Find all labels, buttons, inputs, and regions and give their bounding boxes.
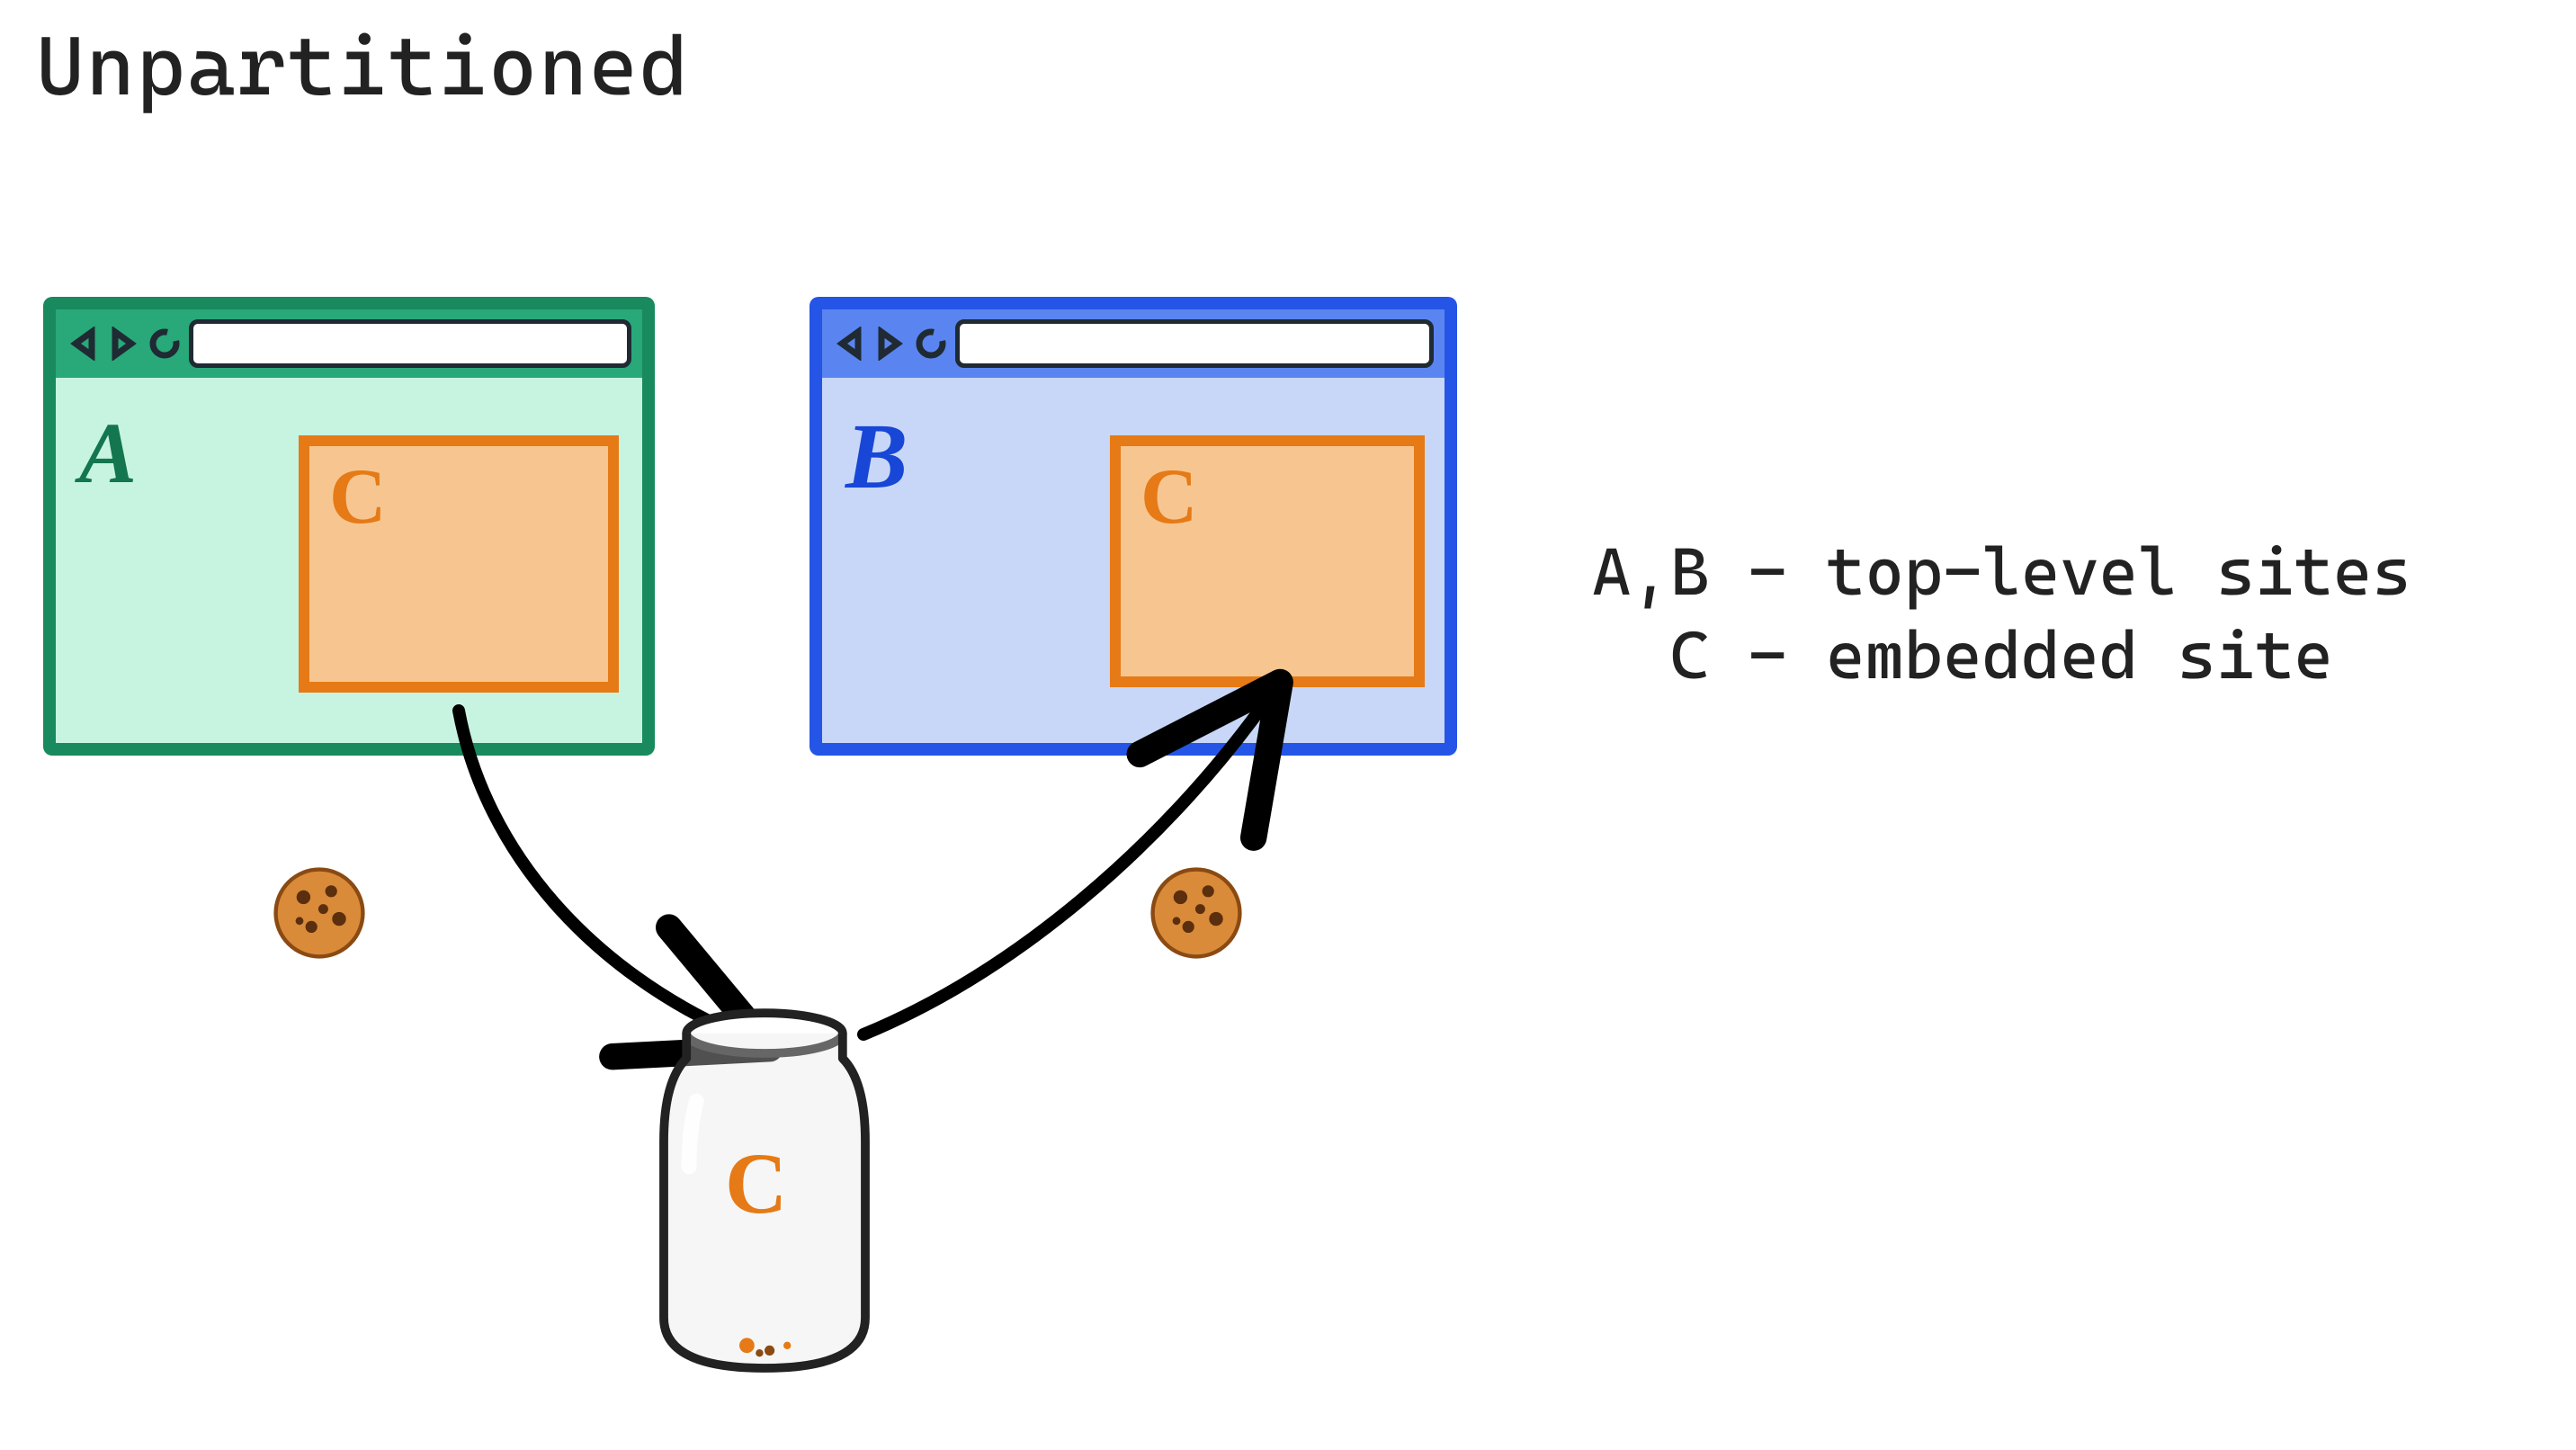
url-bar bbox=[189, 319, 631, 368]
reload-icon bbox=[912, 325, 950, 362]
diagram-unpartitioned: Unpartitioned A,B - top-level sites C - … bbox=[0, 0, 2576, 1450]
embedded-site-label: C bbox=[1121, 446, 1414, 548]
arrow-a-to-jar bbox=[459, 711, 738, 1034]
jar-label: C bbox=[725, 1133, 787, 1233]
browser-window-b: B C bbox=[809, 297, 1457, 756]
browser-toolbar bbox=[56, 309, 642, 378]
reload-icon bbox=[146, 325, 183, 362]
cookie-icon bbox=[1147, 864, 1246, 962]
embedded-site-c: C bbox=[1110, 435, 1425, 687]
url-bar bbox=[955, 319, 1434, 368]
site-b-label: B bbox=[845, 403, 908, 510]
legend-line-1: A,B - top-level sites bbox=[1592, 533, 2411, 611]
diagram-legend: A,B - top-level sites C - embedded site bbox=[1592, 531, 2411, 697]
legend-line-2: C - embedded site bbox=[1592, 617, 2333, 694]
triangle-right-icon bbox=[106, 327, 140, 361]
embedded-site-label: C bbox=[309, 446, 608, 548]
browser-window-a: A C bbox=[43, 297, 655, 756]
embedded-site-c: C bbox=[299, 435, 619, 693]
triangle-left-icon bbox=[67, 327, 101, 361]
triangle-left-icon bbox=[833, 327, 867, 361]
site-a-label: A bbox=[79, 403, 137, 503]
cookie-icon bbox=[270, 864, 369, 962]
diagram-title: Unpartitioned bbox=[36, 18, 690, 114]
browser-toolbar bbox=[822, 309, 1445, 378]
triangle-right-icon bbox=[872, 327, 907, 361]
